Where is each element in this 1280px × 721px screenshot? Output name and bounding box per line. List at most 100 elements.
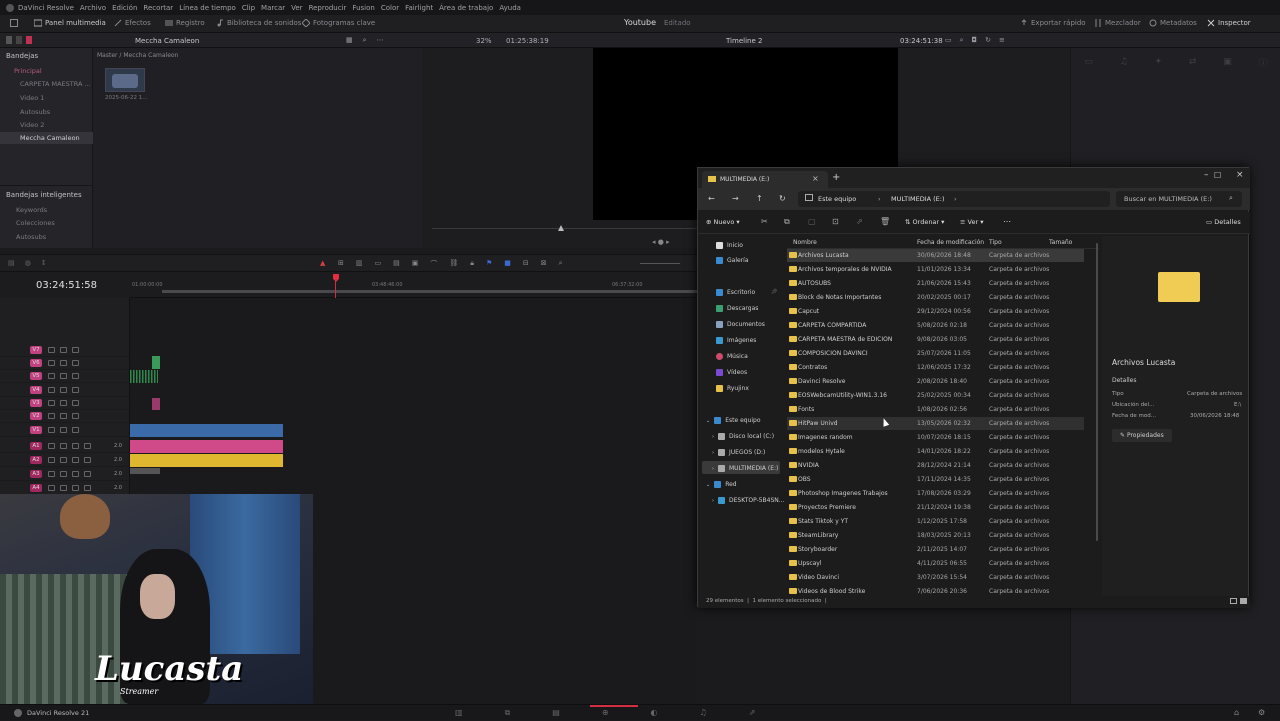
video-clip-blue[interactable] <box>130 424 283 437</box>
track-controls[interactable] <box>48 360 79 366</box>
track-controls[interactable] <box>48 485 91 491</box>
audio-clip-a3[interactable] <box>130 468 160 474</box>
lock-track-icon[interactable]: 🔒︎ <box>470 259 474 269</box>
zoom-full-icon[interactable]: ⊟ <box>523 259 529 269</box>
menu-workspace[interactable]: Área de trabajo <box>439 4 493 12</box>
clip-thumbnail[interactable] <box>105 68 145 92</box>
column-type[interactable]: Tipo <box>989 239 1002 246</box>
video-clip-pink[interactable] <box>152 398 160 410</box>
menu-icon[interactable]: ≡ <box>999 36 1005 45</box>
overwrite-icon[interactable]: ▤ <box>393 259 400 269</box>
file-row[interactable]: Storyboarder 2/11/2025 14:07 Carpeta de ar… <box>787 543 1084 556</box>
forward-icon[interactable]: → <box>732 194 739 203</box>
file-row[interactable]: CARPETA COMPARTIDA 5/08/2026 02:18 Carpeta… <box>787 319 1084 332</box>
audio-tab-icon[interactable]: ♫ <box>1120 57 1128 67</box>
edit-tools[interactable]: ⊞ ▥ ▭ ▤ ▣ ⌒ ⛓ 🔒︎ ⚑ ■ ⊟ ⊠ ⌕ <box>338 259 563 269</box>
view-options[interactable]: ▦ ⌕ ⋯ <box>346 36 384 45</box>
settings-gear-icon[interactable]: ⚙ <box>1258 708 1265 717</box>
media-page-icon[interactable]: ▥ <box>455 708 463 718</box>
flag-icon[interactable]: ⚑ <box>486 259 492 269</box>
explorer-tab[interactable]: MULTIMEDIA (E:) × <box>702 171 828 188</box>
file-row[interactable]: Capcut 29/12/2024 00:56 Carpeta de archivo… <box>787 305 1084 318</box>
video-tab-icon[interactable]: ▭ <box>1084 57 1093 67</box>
selection-tool-icon[interactable]: ▲ <box>320 259 325 267</box>
file-row[interactable]: SteamLibrary 18/03/2025 20:13 Carpeta de a… <box>787 529 1084 542</box>
file-tab-icon[interactable]: ⓘ <box>1259 56 1268 69</box>
menu-fairlight[interactable]: Fairlight <box>405 4 433 12</box>
menu-fusion[interactable]: Fusion <box>352 4 374 12</box>
timeline-view-icons[interactable]: ▤ ◍ ↕ <box>8 259 47 267</box>
track-header-v2[interactable]: V2 <box>0 410 130 423</box>
track-header-v5[interactable]: V5 <box>0 370 130 383</box>
close-window-icon[interactable]: × <box>1236 170 1244 180</box>
track-header-a3[interactable]: A3 2.0 <box>0 468 130 481</box>
track-controls[interactable] <box>48 457 91 463</box>
bin-video-1[interactable]: Video 1 <box>20 94 44 102</box>
zoom-detail-icon[interactable]: ⊠ <box>541 259 547 269</box>
image-tab-icon[interactable]: ▣ <box>1223 57 1232 67</box>
share-icon[interactable]: ⇗ <box>856 217 863 226</box>
file-row[interactable]: NVIDIA 28/12/2024 21:14 Carpeta de archivo… <box>787 459 1084 472</box>
back-icon[interactable]: ← <box>708 194 715 203</box>
file-row[interactable]: Archivos Lucasta 30/06/2026 18:48 Carpeta … <box>787 249 1084 262</box>
track-controls[interactable] <box>48 427 79 433</box>
menu-timeline[interactable]: Línea de tiempo <box>179 4 236 12</box>
file-row[interactable]: Block de Notas Importantes 20/02/2025 00:… <box>787 291 1084 304</box>
trim-tool-icon[interactable]: ⊞ <box>338 259 344 269</box>
list-scrollbar[interactable] <box>1096 243 1098 541</box>
inspector-button[interactable]: Inspector <box>1207 19 1251 27</box>
track-controls[interactable] <box>48 387 79 393</box>
timeline-range-bar[interactable] <box>162 290 697 293</box>
file-row[interactable]: OBS 17/11/2024 14:35 Carpeta de archivos <box>787 473 1084 486</box>
home-icon[interactable]: ⌂ <box>1234 708 1239 717</box>
file-row[interactable]: COMPOSICION DAVINCI 25/07/2026 11:05 Carpe… <box>787 347 1084 360</box>
file-row[interactable]: Stats Tiktok y YT 1/12/2025 17:58 Carpeta … <box>787 515 1084 528</box>
bin-meccha-camaleon[interactable]: Meccha Camaleon <box>20 134 80 142</box>
search-input[interactable]: Buscar en MULTIMEDIA (E:) ⌕ <box>1116 191 1242 207</box>
smart-bin-collections[interactable]: Colecciones <box>16 219 55 227</box>
breadcrumb-item[interactable]: MULTIMEDIA (E:) <box>891 195 945 203</box>
inspector-tabs[interactable]: ▭ ♫ ✦ ⇄ ▣ ⓘ <box>1071 48 1280 76</box>
more-icon[interactable]: ⋯ <box>377 36 384 45</box>
effects-tab-icon[interactable]: ✦ <box>1155 57 1163 67</box>
grid-view-icon[interactable]: ▦ <box>346 36 353 45</box>
fullscreen-icon[interactable]: ▭ <box>945 36 952 45</box>
cut-icon[interactable]: ✂ <box>761 217 768 226</box>
file-row[interactable]: CARPETA MAESTRA de EDICION 9/08/2026 03:0… <box>787 333 1084 346</box>
media-pool-button[interactable]: Panel multimedia <box>34 19 106 27</box>
menu-playback[interactable]: Reproducir <box>309 4 347 12</box>
snap-icon[interactable]: ⌒ <box>430 259 437 269</box>
file-row[interactable]: Fonts 1/08/2026 02:56 Carpeta de archivos <box>787 403 1084 416</box>
index-button[interactable]: Registro <box>165 19 205 27</box>
file-row[interactable]: Davinci Resolve 2/08/2026 18:40 Carpeta de… <box>787 375 1084 388</box>
new-button[interactable]: ⊕ Nuevo ▾ <box>706 218 740 226</box>
track-controls[interactable] <box>48 373 79 379</box>
timeline-ruler[interactable]: 01:00:00:00 03:48:46:00 06:37:32:00 <box>130 272 697 298</box>
track-controls[interactable] <box>48 400 79 406</box>
maximize-icon[interactable]: ☐ <box>1214 171 1221 180</box>
keyframes-button[interactable]: Fotogramas clave <box>302 19 375 27</box>
menu-davinci[interactable]: DaVinci Resolve <box>18 4 74 12</box>
refresh-icon[interactable]: ↻ <box>779 194 786 203</box>
copy-icon[interactable]: ⧉ <box>784 217 790 227</box>
bin-autosubs[interactable]: Autosubs <box>20 108 50 116</box>
smart-bin-keywords[interactable]: Keywords <box>16 206 47 214</box>
replace-icon[interactable]: ▣ <box>412 259 419 269</box>
sync-icon[interactable]: ↻ <box>985 36 991 45</box>
lock-icon[interactable]: ◘ <box>972 36 978 45</box>
paste-icon[interactable]: ▢ <box>808 217 816 226</box>
bin-video-2[interactable]: Video 2 <box>20 121 44 129</box>
layout-icon[interactable] <box>10 19 18 27</box>
file-row[interactable]: EOSWebcamUtility-WIN1.3.16 25/02/2025 00:… <box>787 389 1084 402</box>
zoom-slider[interactable] <box>640 263 680 264</box>
mixer-button[interactable]: Mezclador <box>1094 19 1141 27</box>
metadata-button[interactable]: Metadatos <box>1149 19 1197 27</box>
viewer-controls[interactable]: ▭ ⌕ ◘ ↻ ≡ <box>945 36 1005 45</box>
color-page-icon[interactable]: ◐ <box>651 708 658 718</box>
audio-clip-a2[interactable] <box>130 454 283 467</box>
panel-toggle-icons[interactable] <box>6 36 46 45</box>
quick-export-button[interactable]: Exportar rápido <box>1020 19 1086 27</box>
bin-carpeta-maestra[interactable]: CARPETA MAESTRA ... <box>20 80 91 88</box>
track-controls[interactable] <box>48 471 91 477</box>
timeline-name[interactable]: Timeline 2 <box>726 37 762 45</box>
